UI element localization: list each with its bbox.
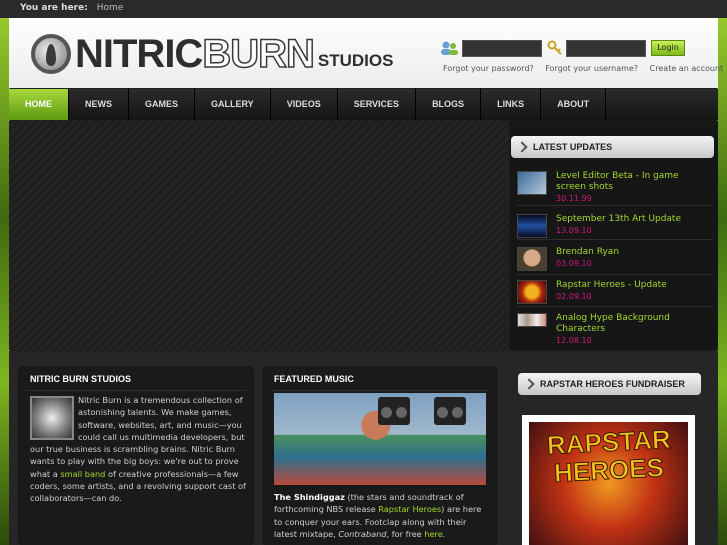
update-title[interactable]: Brendan Ryan (556, 247, 619, 257)
update-thumbnail (517, 214, 547, 238)
about-title: NITRIC BURN STUDIOS (30, 374, 131, 384)
logo-text-nitric: NITRIC (75, 32, 203, 76)
users-icon (441, 41, 458, 55)
small-band-link[interactable]: small band (60, 469, 105, 479)
featured-music-text: The Shindiggaz (the stars and soundtrack… (274, 491, 489, 540)
rapstar-heroes-link[interactable]: Rapstar Heroes (378, 504, 441, 514)
boombox-icon (378, 397, 410, 425)
update-title[interactable]: Analog Hype Background Characters (556, 313, 670, 334)
update-date: 13.09.10 (556, 226, 592, 235)
mixtape-name: Contraband (338, 528, 387, 539)
fundraiser-header: RAPSTAR HEROES FUNDRAISER (518, 373, 701, 395)
username-input[interactable] (462, 40, 542, 57)
update-item-content: Brendan Ryan 03.09.10 (556, 247, 711, 269)
fundraiser-title: RAPSTAR HEROES FUNDRAISER (540, 379, 685, 389)
update-item-content: September 13th Art Update 13.09.10 (556, 214, 711, 236)
band-name: The Shindiggaz (274, 492, 345, 502)
nav-videos[interactable]: VIDEOS (271, 89, 338, 120)
latest-updates-panel: LATEST UPDATES Level Editor Beta - In ga… (510, 121, 718, 350)
divider (517, 274, 713, 275)
login-form: Login Forgot your password? Forgot your … (439, 38, 723, 78)
update-date: 30.11.99 (556, 194, 592, 203)
nav-links[interactable]: LINKS (481, 89, 542, 120)
chevron-right-icon (523, 378, 535, 390)
main-nav: HOME NEWS GAMES GALLERY VIDEOS SERVICES … (9, 89, 718, 120)
site-header: NITRIC BURN STUDIOS Login Forgot your pa… (9, 18, 723, 88)
featured-music-image[interactable] (274, 393, 486, 485)
update-thumbnail (517, 247, 547, 271)
music-text-part: , for free (386, 528, 425, 539)
logo-drop-icon (31, 34, 71, 74)
site-logo[interactable]: NITRIC BURN STUDIOS (31, 32, 393, 76)
breadcrumb-label: You are here: (20, 3, 88, 13)
update-item-content: Analog Hype Background Characters 12.08.… (556, 313, 711, 346)
update-item-content: Rapstar Heroes - Update 02.09.10 (556, 280, 711, 302)
featured-music-panel: FEATURED MUSIC The Shindiggaz (the stars… (262, 366, 498, 545)
update-date: 02.09.10 (556, 292, 592, 301)
breadcrumb-current[interactable]: Home (97, 3, 124, 13)
mixtape-download-link[interactable]: here (424, 529, 442, 539)
update-thumbnail (517, 313, 547, 327)
update-title[interactable]: September 13th Art Update (556, 214, 681, 224)
forgot-username-link[interactable]: Forgot your username? (545, 64, 638, 73)
music-text-part: . (442, 528, 446, 539)
divider (26, 390, 246, 391)
art-word-heroes: HEROES (552, 452, 665, 489)
update-date: 03.09.10 (556, 259, 592, 268)
breadcrumb: You are here: Home (0, 0, 727, 18)
nav-home[interactable]: HOME (9, 89, 69, 120)
about-text: Nitric Burn is a tremendous collection o… (30, 394, 256, 505)
divider (517, 205, 713, 206)
update-title[interactable]: Rapstar Heroes - Update (556, 280, 667, 290)
latest-updates-header: LATEST UPDATES (511, 136, 714, 158)
divider (517, 239, 713, 240)
update-thumbnail (517, 171, 547, 195)
nav-gallery[interactable]: GALLERY (195, 89, 271, 120)
fundraiser-banner[interactable]: RAPSTAR HEROES (522, 415, 695, 545)
update-item-content: Level Editor Beta - In game screen shots… (556, 171, 711, 204)
key-icon (547, 40, 562, 55)
nav-games[interactable]: GAMES (129, 89, 196, 120)
update-thumbnail (517, 280, 547, 304)
password-input[interactable] (566, 40, 646, 57)
create-account-link[interactable]: Create an account (650, 64, 724, 73)
nav-services[interactable]: SERVICES (338, 89, 417, 120)
divider (517, 306, 713, 307)
rapstar-heroes-art: RAPSTAR HEROES (529, 422, 688, 545)
forgot-password-link[interactable]: Forgot your password? (443, 64, 534, 73)
chevron-right-icon (516, 141, 528, 153)
logo-text-burn: BURN (202, 32, 316, 76)
login-button[interactable]: Login (651, 40, 685, 56)
nitric-burn-logo-icon (30, 396, 74, 440)
login-links: Forgot your password? Forgot your userna… (443, 64, 727, 73)
divider (270, 390, 490, 391)
featured-music-title: FEATURED MUSIC (274, 374, 354, 384)
about-panel: NITRIC BURN STUDIOS Nitric Burn is a tre… (18, 366, 254, 545)
right-decoration (717, 0, 727, 545)
update-title[interactable]: Level Editor Beta - In game screen shots (556, 171, 679, 192)
latest-updates-title: LATEST UPDATES (533, 142, 613, 152)
logo-text-studios: STUDIOS (317, 51, 394, 70)
hero-banner (9, 121, 509, 350)
nav-blogs[interactable]: BLOGS (416, 89, 482, 120)
update-date: 12.08.10 (556, 336, 592, 345)
nav-about[interactable]: ABOUT (541, 89, 607, 120)
boombox-icon (434, 397, 466, 425)
nav-news[interactable]: NEWS (69, 89, 129, 120)
